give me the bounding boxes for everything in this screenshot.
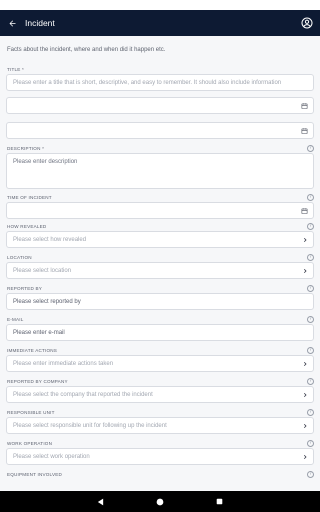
help-icon[interactable]: ?: [307, 347, 314, 354]
help-icon[interactable]: ?: [307, 285, 314, 292]
calendar-icon[interactable]: [301, 127, 308, 134]
reported-by-company-placeholder: Please select the company that reported …: [13, 391, 153, 398]
immediate-actions-field: IMMEDIATE ACTIONS ? Please enter immedia…: [6, 346, 314, 372]
date-input[interactable]: [6, 97, 314, 114]
status-bar: [0, 0, 320, 10]
calendar-icon[interactable]: [301, 102, 308, 109]
time-of-incident-field: TIME OF INCIDENT ?: [6, 193, 314, 219]
reported-by-company-select[interactable]: Please select the company that reported …: [6, 386, 314, 403]
app-bar: Incident: [0, 10, 320, 36]
work-operation-label: WORK OPERATION: [7, 441, 53, 446]
incident-form: Facts about the incident, where and when…: [0, 36, 320, 491]
how-revealed-field: HOW REVEALED ? Please select how reveale…: [6, 222, 314, 248]
help-icon[interactable]: ?: [307, 409, 314, 416]
work-operation-placeholder: Please select work operation: [13, 453, 90, 460]
chevron-right-icon: [302, 454, 308, 460]
description-label: DESCRIPTION *: [7, 146, 45, 151]
location-label: LOCATION: [7, 255, 32, 260]
reported-by-company-field: REPORTED BY COMPANY ? Please select the …: [6, 377, 314, 403]
reported-by-label: REPORTED BY: [7, 286, 43, 291]
responsible-unit-label: RESPONSIBLE UNIT: [7, 410, 55, 415]
immediate-actions-placeholder: Please enter immediate actions taken: [13, 360, 114, 367]
chevron-right-icon: [302, 392, 308, 398]
page-title: Incident: [25, 18, 55, 28]
help-icon[interactable]: ?: [307, 378, 314, 385]
immediate-actions-select[interactable]: Please enter immediate actions taken: [6, 355, 314, 372]
reported-by-input[interactable]: Please select reported by: [6, 293, 314, 310]
how-revealed-label: HOW REVEALED: [7, 224, 47, 229]
time-field: [6, 122, 314, 139]
chevron-right-icon: [302, 361, 308, 367]
help-icon[interactable]: ?: [307, 471, 314, 478]
system-nav-bar: [0, 491, 320, 512]
responsible-unit-placeholder: Please select responsible unit for follo…: [13, 422, 167, 429]
calendar-icon[interactable]: [301, 207, 308, 214]
how-revealed-placeholder: Please select how revealed: [13, 236, 87, 243]
account-circle-icon: [301, 17, 313, 29]
title-label: TITLE *: [7, 67, 24, 72]
email-input[interactable]: Please enter e-mail: [6, 324, 314, 341]
description-input[interactable]: Please enter description: [6, 153, 314, 189]
help-icon[interactable]: ?: [307, 145, 314, 152]
time-input[interactable]: [6, 122, 314, 139]
title-field: TITLE * Please enter a title that is sho…: [6, 65, 314, 91]
help-icon[interactable]: ?: [307, 440, 314, 447]
responsible-unit-select[interactable]: Please select responsible unit for follo…: [6, 417, 314, 434]
title-input[interactable]: Please enter a title that is short, desc…: [6, 74, 314, 91]
help-icon[interactable]: ?: [307, 223, 314, 230]
work-operation-field: WORK OPERATION ? Please select work oper…: [6, 439, 314, 465]
location-field: LOCATION ? Please select location: [6, 253, 314, 279]
arrow-left-icon: [9, 20, 15, 26]
reported-by-company-label: REPORTED BY COMPANY: [7, 379, 68, 384]
location-placeholder: Please select location: [13, 267, 72, 274]
description-field: DESCRIPTION * ? Please enter description: [6, 144, 314, 189]
date-field: [6, 97, 314, 114]
account-button[interactable]: [294, 10, 320, 36]
email-field: E-MAIL ? Please enter e-mail: [6, 315, 314, 341]
location-select[interactable]: Please select location: [6, 262, 314, 279]
chevron-right-icon: [302, 423, 308, 429]
work-operation-select[interactable]: Please select work operation: [6, 448, 314, 465]
form-intro: Facts about the incident, where and when…: [7, 47, 166, 53]
chevron-right-icon: [302, 268, 308, 274]
equipment-involved-label: EQUIPMENT INVOLVED: [7, 472, 62, 477]
reported-by-field: REPORTED BY ? Please select reported by: [6, 284, 314, 310]
how-revealed-select[interactable]: Please select how revealed: [6, 231, 314, 248]
help-icon[interactable]: ?: [307, 254, 314, 261]
help-icon[interactable]: ?: [307, 316, 314, 323]
circle-home-icon[interactable]: [156, 498, 164, 506]
triangle-back-icon[interactable]: [97, 498, 104, 506]
responsible-unit-field: RESPONSIBLE UNIT ? Please select respons…: [6, 408, 314, 434]
chevron-right-icon: [302, 237, 308, 243]
equipment-involved-field: EQUIPMENT INVOLVED ?: [6, 470, 314, 479]
time-of-incident-input[interactable]: [6, 202, 314, 219]
help-icon[interactable]: ?: [307, 194, 314, 201]
email-label: E-MAIL: [7, 317, 24, 322]
time-of-incident-label: TIME OF INCIDENT: [7, 195, 52, 200]
back-button[interactable]: [1, 10, 23, 36]
square-recents-icon[interactable]: [216, 498, 223, 505]
immediate-actions-label: IMMEDIATE ACTIONS: [7, 348, 58, 353]
